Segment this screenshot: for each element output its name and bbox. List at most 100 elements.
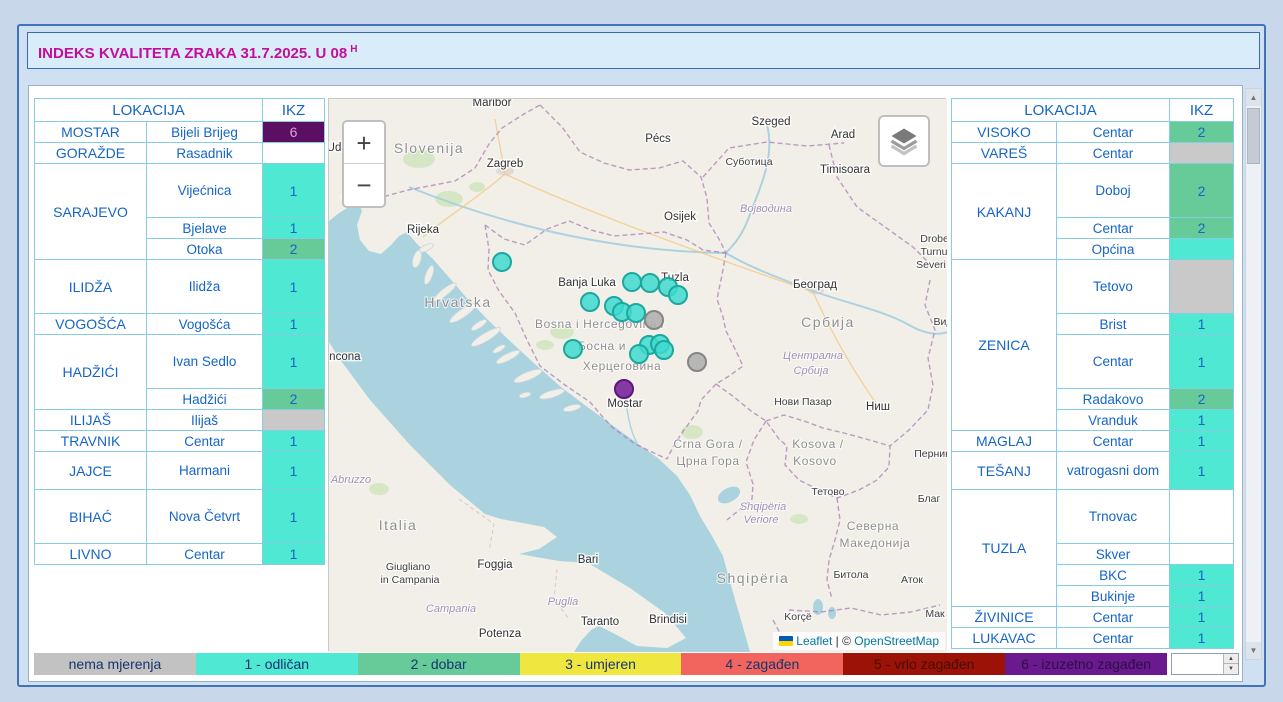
station-cell: Doboj: [1057, 164, 1170, 218]
ikz-cell: 2: [263, 389, 325, 410]
station-cell: Radakovo: [1057, 389, 1170, 410]
ikz-cell: 1: [263, 335, 325, 389]
station-cell: Centar: [147, 431, 263, 452]
station-marker[interactable]: [493, 253, 511, 271]
city-cell: ZENICA: [952, 260, 1057, 431]
city-cell: HADŽIĆI: [35, 335, 147, 410]
station-marker[interactable]: [630, 345, 648, 363]
station-marker[interactable]: [669, 286, 687, 304]
station-cell: BKC: [1057, 565, 1170, 586]
station-cell: Harmani: [147, 452, 263, 490]
scrollbar-down-button[interactable]: ▼: [1246, 642, 1261, 659]
ikz-cell: 2: [263, 239, 325, 260]
map-label: Veriore: [743, 514, 778, 526]
map-label: Благ: [918, 493, 941, 505]
station-marker[interactable]: [623, 273, 641, 291]
map-label: Abruzzo: [330, 474, 371, 486]
ikz-column-header: IKZ: [263, 99, 325, 122]
map-label: Pécs: [645, 133, 671, 145]
map-label: Mostar: [607, 398, 642, 410]
station-cell: Ilijaš: [147, 410, 263, 431]
map-attribution: Leaflet | © OpenStreetMap: [773, 632, 945, 650]
station-cell: Rasadnik: [147, 143, 263, 164]
map-label: Нови Пазар: [774, 396, 832, 408]
station-marker[interactable]: [581, 293, 599, 311]
map-label: Суботица: [725, 156, 772, 168]
station-cell: Brist: [1057, 314, 1170, 335]
station-cell: Vogošća: [147, 314, 263, 335]
ikz-cell: 1: [263, 452, 325, 490]
station-marker[interactable]: [615, 380, 633, 398]
hour-superscript: H: [350, 44, 357, 55]
vertical-scrollbar[interactable]: ▲ ▼: [1245, 88, 1262, 660]
legend-spinner-box[interactable]: ▲ ▼: [1171, 653, 1239, 675]
map-label: Херцеговина: [583, 359, 662, 373]
city-cell: VOGOŠĆA: [35, 314, 147, 335]
map-label: Turnu: [920, 246, 947, 258]
legend-item-no-data: nema mjerenja: [34, 653, 196, 675]
map-label: Црна Гора: [676, 454, 739, 468]
ikz-cell: 1: [263, 260, 325, 314]
map-label: Potenza: [479, 628, 522, 640]
ikz-cell: 1: [263, 218, 325, 239]
station-cell: Skver: [1057, 544, 1170, 565]
content-panel: LOKACIJA IKZ MOSTAR Bijeli Brijeg 6 GORA…: [28, 85, 1243, 682]
zoom-in-button[interactable]: +: [344, 122, 384, 164]
city-cell: SARAJEVO: [35, 164, 147, 260]
ikz-cell: 2: [1170, 218, 1234, 239]
station-cell: Hadžići: [147, 389, 263, 410]
station-cell: Centar: [1057, 628, 1170, 649]
station-marker[interactable]: [688, 353, 706, 371]
ikz-cell: [1170, 260, 1234, 314]
station-marker[interactable]: [645, 311, 663, 329]
ikz-cell: 1: [263, 314, 325, 335]
ikz-cell: [1170, 239, 1234, 260]
ikz-cell: 1: [263, 164, 325, 218]
legend-item-6: 6 - izuzetno zagađen: [1005, 653, 1167, 675]
map-label: Campania: [426, 603, 476, 615]
ukraine-flag-icon: [779, 636, 793, 646]
layers-control-button[interactable]: [878, 115, 930, 167]
station-marker[interactable]: [655, 341, 673, 359]
ikz-cell: 2: [1170, 389, 1234, 410]
map-label: Bari: [578, 554, 598, 566]
station-marker[interactable]: [564, 340, 582, 358]
ikz-cell: 1: [1170, 565, 1234, 586]
station-marker[interactable]: [641, 274, 659, 292]
city-cell: BIHAĆ: [35, 490, 147, 544]
spinner-down-button[interactable]: ▼: [1223, 664, 1238, 674]
map-label: Hrvatska: [424, 294, 491, 310]
map-label: Ud: [329, 142, 341, 154]
map-canvas: MariborUdSlovenijaZagrebPécsSzegedAradСу…: [329, 99, 947, 652]
map-label: Maribor: [473, 99, 512, 109]
city-cell: ILIDŽA: [35, 260, 147, 314]
map-label: Rijeka: [407, 224, 440, 236]
station-cell: Centar: [1057, 607, 1170, 628]
scrollbar-thumb[interactable]: [1247, 108, 1260, 164]
map-label: Szeged: [751, 116, 790, 128]
station-cell: Bukinje: [1057, 586, 1170, 607]
city-cell: LIVNO: [35, 544, 147, 565]
ikz-cell: [1170, 544, 1234, 565]
city-cell: KAKANJ: [952, 164, 1057, 260]
ikz-cell: 1: [1170, 431, 1234, 452]
scrollbar-up-button[interactable]: ▲: [1246, 89, 1261, 106]
spinner-up-button[interactable]: ▲: [1223, 654, 1238, 664]
zoom-out-button[interactable]: −: [344, 164, 384, 206]
station-cell: Ilidža: [147, 260, 263, 314]
openstreetmap-link[interactable]: OpenStreetMap: [854, 634, 939, 648]
legend-item-3: 3 - umjeren: [520, 653, 682, 675]
leaflet-map[interactable]: MariborUdSlovenijaZagrebPécsSzegedAradСу…: [328, 98, 946, 651]
station-marker[interactable]: [627, 304, 645, 322]
map-label: Вид: [934, 316, 948, 328]
city-cell: JAJCE: [35, 452, 147, 490]
leaflet-link[interactable]: Leaflet: [796, 634, 832, 648]
map-label: Slovenija: [394, 140, 464, 156]
map-label: Босна и: [578, 339, 626, 353]
map-label: Kosova /: [792, 437, 844, 451]
map-label: Severi: [916, 259, 946, 271]
ikz-cell: 1: [1170, 586, 1234, 607]
ikz-cell: 1: [263, 544, 325, 565]
ikz-cell: 2: [1170, 164, 1234, 218]
map-label: Korçë: [784, 611, 812, 623]
